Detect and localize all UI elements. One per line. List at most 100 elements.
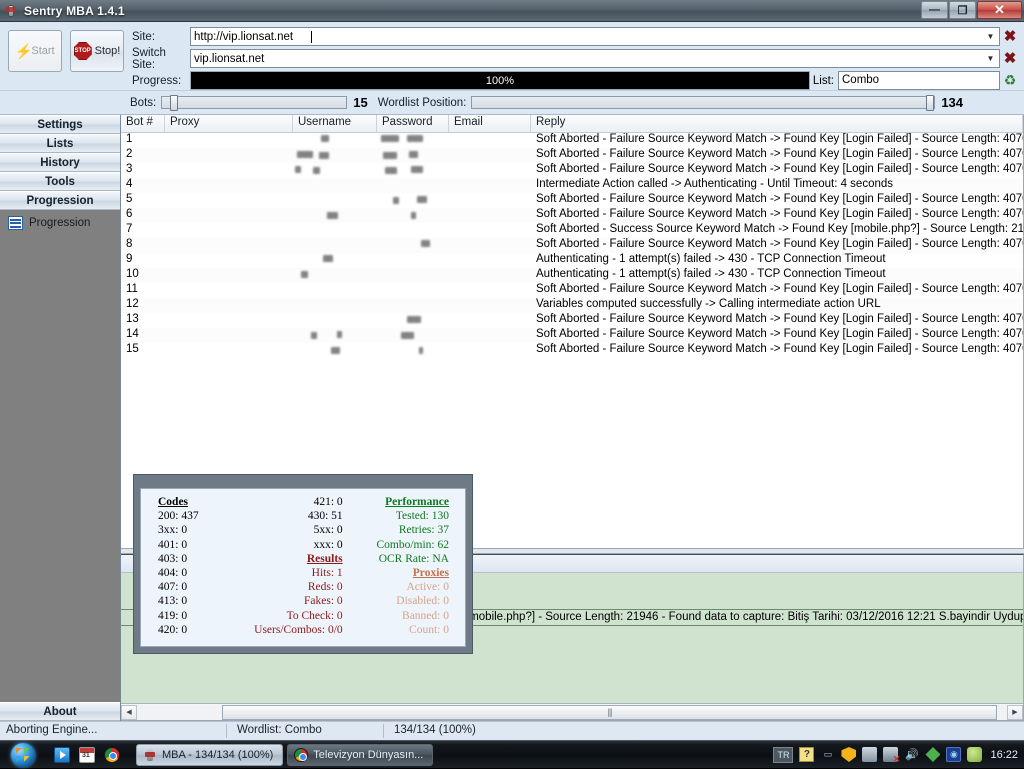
horizontal-scrollbar[interactable]: ◀ ||| ▶	[121, 703, 1023, 720]
column-header-reply[interactable]: Reply	[531, 115, 1023, 132]
column-header-proxy[interactable]: Proxy	[165, 115, 293, 132]
list-input[interactable]: Combo	[838, 71, 1000, 90]
top-toolbar: Start STOP Stop! Site: http://vip.lionsa…	[0, 22, 1024, 91]
calendar-icon[interactable]	[79, 747, 95, 763]
switch-site-row: Switch Site: vip.lionsat.net ▼ ✖	[126, 49, 1020, 68]
scrollbar-track[interactable]: |||	[137, 705, 1007, 720]
stats-column-results: 421: 0430: 515xx: 0xxx: 0 Results Hits: …	[250, 495, 356, 640]
start-button[interactable]	[0, 742, 46, 768]
wordlist-slider-thumb[interactable]	[926, 95, 934, 111]
stat-label: 407:	[158, 581, 181, 593]
switch-site-input[interactable]: vip.lionsat.net ▼	[190, 49, 1000, 68]
table-row[interactable]: 6Soft Aborted - Failure Source Keyword M…	[121, 208, 1023, 223]
stats-proxies-list: Active: 0Disabled: 0Banned: 0Count: 0	[357, 580, 449, 637]
stat-value: 0	[181, 539, 187, 551]
stats-column-codes: Codes 200: 4373xx: 0401: 0403: 0404: 040…	[145, 495, 250, 640]
chevron-up-icon[interactable]: ▭	[820, 747, 835, 762]
stop-button[interactable]: STOP Stop!	[70, 30, 124, 72]
taskbar-item[interactable]: Televizyon Dünyasın...	[287, 744, 433, 766]
chevron-down-icon[interactable]: ▼	[983, 51, 998, 66]
table-row[interactable]: 12Variables computed successfully -> Cal…	[121, 298, 1023, 313]
column-header-username[interactable]: Username	[293, 115, 377, 132]
sidebar-header-tools[interactable]: Tools	[0, 172, 120, 191]
volume-icon[interactable]: 🔊	[904, 747, 919, 762]
redacted-mark	[301, 271, 308, 278]
redacted-mark	[385, 167, 397, 174]
table-row[interactable]: 2Soft Aborted - Failure Source Keyword M…	[121, 148, 1023, 163]
close-button[interactable]: ✕	[977, 1, 1022, 19]
nvidia-icon[interactable]	[967, 747, 982, 762]
scroll-right-arrow-icon[interactable]: ▶	[1007, 705, 1023, 720]
sidebar-header-history[interactable]: History	[0, 153, 120, 172]
statistics-overlay: Codes 200: 4373xx: 0401: 0403: 0404: 040…	[133, 474, 473, 654]
column-header-password[interactable]: Password	[377, 115, 449, 132]
stat-row: Tested: 130	[357, 509, 449, 523]
column-header-bot[interactable]: Bot #	[121, 115, 165, 132]
table-row[interactable]: 10Authenticating - 1 attempt(s) failed -…	[121, 268, 1023, 283]
redacted-mark	[295, 166, 301, 173]
scroll-left-arrow-icon[interactable]: ◀	[121, 705, 137, 720]
cell-reply: Variables computed successfully -> Calli…	[531, 298, 1023, 313]
stat-row: 430: 51	[250, 509, 342, 523]
chrome-icon[interactable]	[104, 747, 120, 763]
wordlist-position-slider[interactable]	[471, 96, 935, 109]
title-bar[interactable]: Sentry MBA 1.4.1 — ❐ ✕	[0, 0, 1024, 22]
bots-slider[interactable]	[161, 96, 347, 109]
stats-performance-list: Tested: 130Retries: 37Combo/min: 62OCR R…	[357, 509, 449, 566]
network-error-icon[interactable]	[883, 747, 898, 762]
table-row[interactable]: 3Soft Aborted - Failure Source Keyword M…	[121, 163, 1023, 178]
media-player-icon[interactable]	[54, 747, 70, 763]
table-row[interactable]: 7Soft Aborted - Success Source Keyword M…	[121, 223, 1023, 238]
scrollbar-thumb[interactable]: |||	[222, 705, 997, 720]
site-input[interactable]: http://vip.lionsat.net ▼	[190, 27, 1000, 46]
table-row[interactable]: 4Intermediate Action called -> Authentic…	[121, 178, 1023, 193]
sidebar-header-progression[interactable]: Progression	[0, 191, 120, 210]
network-icon[interactable]	[862, 747, 877, 762]
clock[interactable]: 16:22	[988, 749, 1018, 761]
sidebar-header-lists[interactable]: Lists	[0, 134, 120, 153]
taskbar-items: MBA - 134/134 (100%)Televizyon Dünyasın.…	[136, 744, 437, 766]
windows-taskbar: MBA - 134/134 (100%)Televizyon Dünyasın.…	[0, 740, 1024, 768]
stat-label: 5xx:	[314, 524, 337, 536]
table-row[interactable]: 1Soft Aborted - Failure Source Keyword M…	[121, 133, 1023, 148]
stat-label: xxx:	[314, 539, 337, 551]
sidebar-header-about[interactable]: About	[0, 702, 120, 721]
cell-email	[449, 298, 531, 313]
sidebar-item-progression[interactable]: Progression	[0, 214, 120, 232]
sidebar-header-settings[interactable]: Settings	[0, 115, 120, 134]
cell-username	[293, 223, 377, 238]
column-header-email[interactable]: Email	[449, 115, 531, 132]
table-row[interactable]: 15Soft Aborted - Failure Source Keyword …	[121, 343, 1023, 358]
language-indicator[interactable]: TR	[773, 747, 793, 763]
table-row[interactable]: 13Soft Aborted - Failure Source Keyword …	[121, 313, 1023, 328]
table-row[interactable]: 5Soft Aborted - Failure Source Keyword M…	[121, 193, 1023, 208]
table-row[interactable]: 14Soft Aborted - Failure Source Keyword …	[121, 328, 1023, 343]
redacted-mark	[411, 166, 423, 173]
cell-reply: Soft Aborted - Failure Source Keyword Ma…	[531, 238, 1023, 253]
shield-icon[interactable]	[841, 747, 856, 762]
clear-site-button[interactable]: ✖	[1000, 27, 1020, 46]
refresh-icon[interactable]: ♻	[1000, 71, 1020, 90]
clear-switch-site-button[interactable]: ✖	[1000, 49, 1020, 68]
minimize-button[interactable]: —	[921, 1, 948, 19]
table-row[interactable]: 11Soft Aborted - Failure Source Keyword …	[121, 283, 1023, 298]
cell-email	[449, 268, 531, 283]
chevron-down-icon[interactable]: ▼	[983, 29, 998, 44]
help-icon[interactable]: ?	[799, 747, 814, 762]
taskbar-item[interactable]: MBA - 134/134 (100%)	[136, 744, 283, 766]
wireless-icon[interactable]: ◉	[946, 747, 961, 762]
table-row[interactable]: 8Soft Aborted - Failure Source Keyword M…	[121, 238, 1023, 253]
stat-value: 0	[181, 610, 187, 622]
cell-proxy	[165, 148, 293, 163]
table-row[interactable]: 9Authenticating - 1 attempt(s) failed ->…	[121, 253, 1023, 268]
start-button[interactable]: Start	[8, 30, 62, 72]
stat-label: Users/Combos:	[254, 624, 328, 636]
redacted-mark	[311, 332, 317, 339]
update-icon[interactable]	[925, 747, 940, 762]
grid-header-row: Bot # Proxy Username Password Email Repl…	[121, 115, 1023, 133]
cell-password	[377, 208, 449, 223]
bots-slider-thumb[interactable]	[170, 95, 178, 111]
redacted-mark	[393, 197, 399, 204]
maximize-button[interactable]: ❐	[949, 1, 976, 19]
cell-email	[449, 313, 531, 328]
